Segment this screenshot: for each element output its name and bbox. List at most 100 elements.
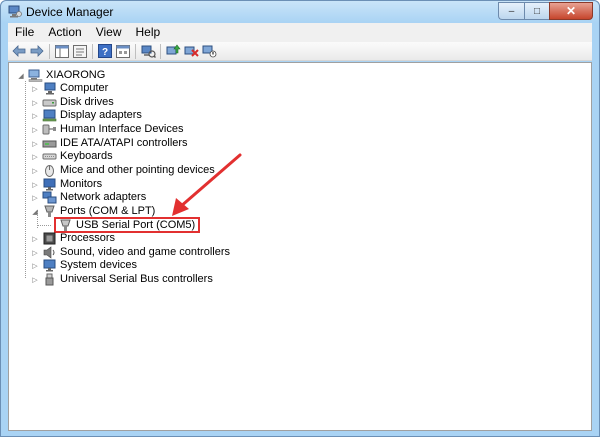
help-button[interactable]: ? (97, 43, 113, 59)
menu-view[interactable]: View (89, 23, 129, 42)
toolbar: ? (8, 42, 592, 61)
tree-item-computer[interactable]: ▷ Computer (31, 82, 108, 95)
tree-connector-line (25, 81, 26, 278)
serial-port-icon (58, 219, 73, 232)
scan-hardware-button[interactable] (140, 43, 156, 59)
processor-icon (42, 232, 57, 245)
tree-item-label: USB Serial Port (COM5) (76, 218, 196, 231)
tree-item-label: Keyboards (60, 150, 113, 162)
speaker-icon (42, 246, 57, 259)
tree-item-label: System devices (60, 259, 138, 271)
disable-device-button[interactable] (201, 43, 217, 59)
properties-icon (73, 44, 87, 58)
expand-arrow-icon[interactable]: ▷ (31, 178, 39, 191)
tree-item-ide-controllers[interactable]: ▷ IDE ATA/ATAPI controllers (31, 137, 188, 150)
tree-item-human-interface-devices[interactable]: ▷ Human Interface Devices (31, 123, 184, 136)
tree-root-label: XIAORONG (46, 69, 106, 81)
console-tree-icon (55, 44, 69, 58)
tree-item-label: Processors (60, 232, 116, 244)
maximize-button[interactable]: □ (524, 2, 549, 20)
forward-arrow-icon (30, 45, 44, 57)
show-hide-console-tree-button[interactable] (54, 43, 70, 59)
mouse-icon (42, 164, 57, 177)
menu-action[interactable]: Action (41, 23, 88, 42)
computer-root-icon (28, 69, 43, 82)
tree-item-system-devices[interactable]: ▷ System devices (31, 259, 137, 272)
tree-item-label: Mice and other pointing devices (60, 164, 215, 176)
forward-button[interactable] (29, 43, 45, 59)
back-arrow-icon (12, 45, 26, 57)
expand-arrow-icon[interactable]: ▷ (31, 82, 39, 95)
display-adapter-icon (42, 109, 57, 122)
menu-file[interactable]: File (8, 23, 41, 42)
selected-device-highlight[interactable]: USB Serial Port (COM5) (54, 217, 201, 233)
expand-arrow-icon[interactable]: ▷ (31, 191, 39, 204)
tree-root[interactable]: ◢ XIAORONG (17, 69, 105, 82)
minimize-button[interactable]: – (498, 2, 524, 20)
keyboard-icon (42, 150, 57, 163)
tree-item-processors[interactable]: ▷ Processors (31, 232, 115, 245)
tree-item-label: Disk drives (60, 96, 114, 108)
expand-arrow-icon[interactable]: ▷ (31, 96, 39, 109)
svg-text:?: ? (102, 47, 108, 58)
expand-arrow-icon[interactable]: ▷ (31, 137, 39, 150)
title-bar[interactable]: Device Manager – □ ✕ (1, 1, 599, 23)
tree-item-keyboards[interactable]: ▷ Keyboards (31, 150, 113, 163)
tree-item-label: Computer (60, 82, 109, 94)
expand-arrow-icon[interactable]: ▷ (31, 109, 39, 122)
system-device-icon (42, 259, 57, 272)
tree-item-label: IDE ATA/ATAPI controllers (60, 137, 188, 149)
view-button[interactable] (115, 43, 131, 59)
window-controls: – □ ✕ (498, 2, 593, 20)
update-driver-icon (166, 44, 181, 55)
menu-bar: File Action View Help (8, 23, 592, 42)
back-button[interactable] (11, 43, 27, 59)
tree-item-label: Sound, video and game controllers (60, 246, 230, 258)
device-manager-icon (8, 5, 22, 18)
tree-item-label: Monitors (60, 178, 103, 190)
computer-icon (42, 82, 57, 95)
toolbar-separator (135, 43, 136, 59)
menu-help[interactable]: Help (129, 23, 168, 42)
properties-view-button[interactable] (72, 43, 88, 59)
disable-device-icon (202, 45, 216, 58)
tree-item-network-adapters[interactable]: ▷ Network adapters (31, 191, 146, 204)
device-manager-window: Device Manager – □ ✕ File Action View He… (0, 0, 600, 437)
expand-arrow-icon[interactable]: ▷ (31, 150, 39, 163)
hid-icon (42, 123, 57, 136)
ide-controller-icon (42, 137, 57, 150)
device-tree-pane[interactable]: ◢ XIAORONG ▷ Computer ▷ Disk drives ▷ Di… (8, 62, 592, 431)
close-button[interactable]: ✕ (549, 2, 593, 20)
expand-arrow-icon[interactable]: ▷ (31, 123, 39, 136)
expand-arrow-icon[interactable]: ▷ (31, 273, 39, 286)
usb-icon (42, 273, 57, 286)
tree-item-disk-drives[interactable]: ▷ Disk drives (31, 96, 114, 109)
tree-item-usb-controllers[interactable]: ▷ Universal Serial Bus controllers (31, 273, 213, 286)
toolbar-separator (160, 43, 161, 59)
tree-item-usb-serial-port[interactable]: USB Serial Port (COM5) (54, 217, 201, 233)
expand-arrow-icon[interactable]: ▷ (31, 259, 39, 272)
tree-item-monitors[interactable]: ▷ Monitors (31, 178, 102, 191)
help-icon: ? (98, 44, 112, 58)
toolbar-separator (92, 43, 93, 59)
expand-arrow-icon[interactable]: ▷ (31, 164, 39, 177)
toolbar-separator (49, 43, 50, 59)
tree-item-sound-video[interactable]: ▷ Sound, video and game controllers (31, 246, 230, 259)
window-title: Device Manager (26, 5, 114, 19)
collapse-arrow-icon[interactable]: ◢ (31, 205, 39, 218)
update-driver-button[interactable] (165, 43, 181, 59)
tree-item-label: Display adapters (60, 109, 142, 121)
expand-arrow-icon[interactable]: ▷ (31, 232, 39, 245)
tree-item-display-adapters[interactable]: ▷ Display adapters (31, 109, 142, 122)
tree-item-label: Universal Serial Bus controllers (60, 273, 213, 285)
expand-arrow-icon[interactable]: ▷ (31, 246, 39, 259)
tree-item-label: Human Interface Devices (60, 123, 184, 135)
tree-connector-line (37, 225, 51, 226)
tree-item-mice[interactable]: ▷ Mice and other pointing devices (31, 164, 215, 177)
tree-item-label: Network adapters (60, 191, 147, 203)
collapse-arrow-icon[interactable]: ◢ (17, 69, 25, 82)
close-icon: ✕ (565, 4, 577, 18)
uninstall-button[interactable] (183, 43, 199, 59)
monitor-icon (42, 178, 57, 191)
disk-drive-icon (42, 96, 57, 109)
